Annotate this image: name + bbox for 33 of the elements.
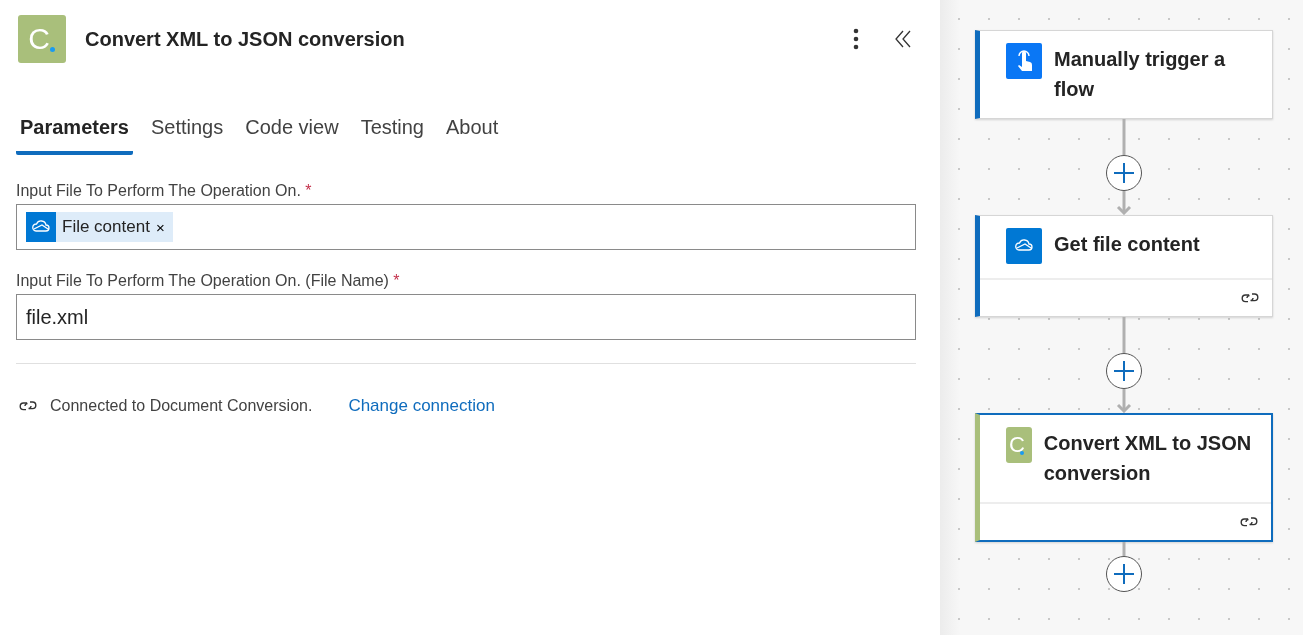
plus-icon [1113, 360, 1135, 382]
input-field[interactable]: File content × [16, 204, 916, 250]
step-title: Convert XML to JSON conversion [1043, 431, 1253, 486]
tab[interactable]: Testing [356, 108, 428, 155]
change-connection-link[interactable]: Change connection [348, 396, 495, 416]
app-logo: C [18, 15, 66, 63]
field-label: Input File To Perform The Operation On. * [16, 182, 313, 200]
connector-arrow [1116, 191, 1132, 215]
plus-icon [1113, 162, 1135, 184]
app-logo: C [1006, 427, 1032, 463]
cloud-icon [1006, 228, 1042, 264]
flow-step-card[interactable]: Manually trigger a flow [975, 30, 1273, 119]
panel-title: Convert XML to JSON conversion [85, 27, 406, 51]
tab[interactable]: About [442, 108, 503, 155]
input-field[interactable]: file.xml [16, 294, 916, 340]
tab[interactable]: Code view [241, 108, 343, 155]
connection-status: Connected to Document Conversion. [50, 397, 313, 415]
tab[interactable]: Parameters [16, 108, 133, 155]
flow-step-card[interactable]: C Convert XML to JSON conversion [975, 413, 1273, 542]
step-title: Manually trigger a flow [1054, 47, 1227, 102]
connector-arrow [1116, 389, 1132, 413]
touch-icon [1006, 43, 1042, 79]
flow-step-card[interactable]: Get file content [975, 215, 1273, 317]
cloud-icon [26, 212, 56, 242]
plus-icon [1113, 563, 1135, 585]
remove-token-button[interactable]: × [155, 218, 165, 236]
step-title: Get file content [1054, 232, 1200, 257]
add-step-button[interactable] [1106, 155, 1142, 191]
add-step-button[interactable] [1106, 556, 1142, 592]
token-label: File content [62, 217, 150, 237]
add-step-button[interactable] [1106, 353, 1142, 389]
field-label: Input File To Perform The Operation On. (File Name) * [16, 272, 401, 290]
tab[interactable]: Settings [146, 108, 228, 155]
